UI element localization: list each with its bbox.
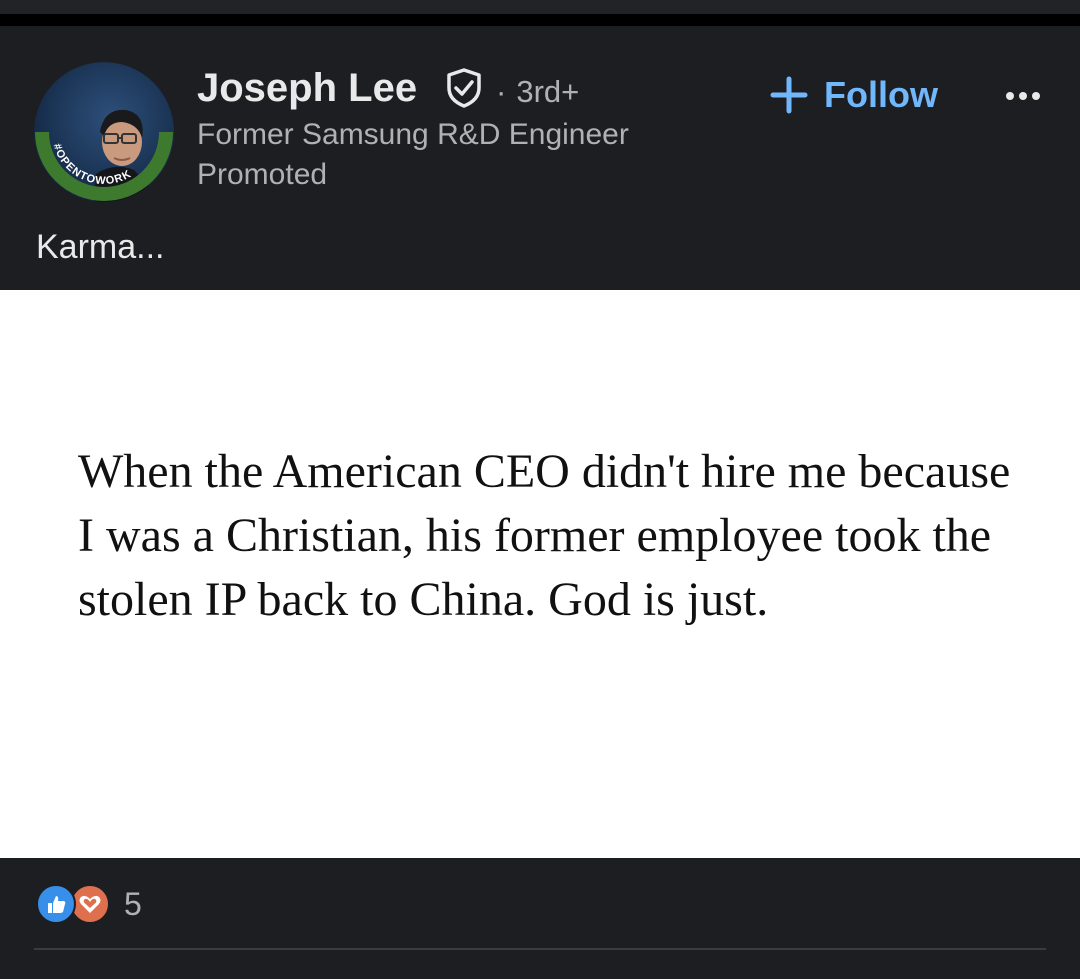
avatar-photo: #OPENTOWORK	[34, 62, 174, 202]
like-icon	[36, 884, 76, 924]
follow-button[interactable]: Follow	[770, 72, 938, 118]
connection-degree: · 3rd+	[496, 74, 579, 110]
dot	[1032, 92, 1040, 100]
author-headline: Former Samsung R&D Engineer	[197, 118, 629, 151]
top-strip	[0, 0, 1080, 14]
degree-label: 3rd+	[516, 74, 580, 109]
dot	[1006, 92, 1014, 100]
plus-icon	[770, 76, 808, 114]
ellipsis-icon[interactable]	[998, 82, 1048, 110]
post-image-text: When the American CEO didn't hire me bec…	[78, 445, 1011, 626]
verified-shield-icon	[447, 68, 481, 108]
post-header: #OPENTOWORK Joseph Lee · 3rd+ Former Sams…	[0, 26, 1080, 290]
follow-label: Follow	[824, 74, 938, 115]
post-footer: 5	[0, 858, 1080, 979]
love-icon	[70, 884, 110, 924]
top-divider	[0, 14, 1080, 26]
footer-divider	[34, 948, 1046, 950]
reaction-count: 5	[124, 885, 142, 922]
reactions-summary[interactable]: 5	[36, 882, 142, 926]
author-avatar[interactable]: #OPENTOWORK	[34, 62, 174, 202]
post-image[interactable]: When the American CEO didn't hire me bec…	[0, 290, 1080, 858]
author-name[interactable]: Joseph Lee	[197, 66, 417, 111]
promoted-label: Promoted	[197, 158, 328, 191]
dot	[1019, 92, 1027, 100]
separator-dot: ·	[496, 74, 507, 109]
post-caption: Karma...	[36, 228, 165, 266]
